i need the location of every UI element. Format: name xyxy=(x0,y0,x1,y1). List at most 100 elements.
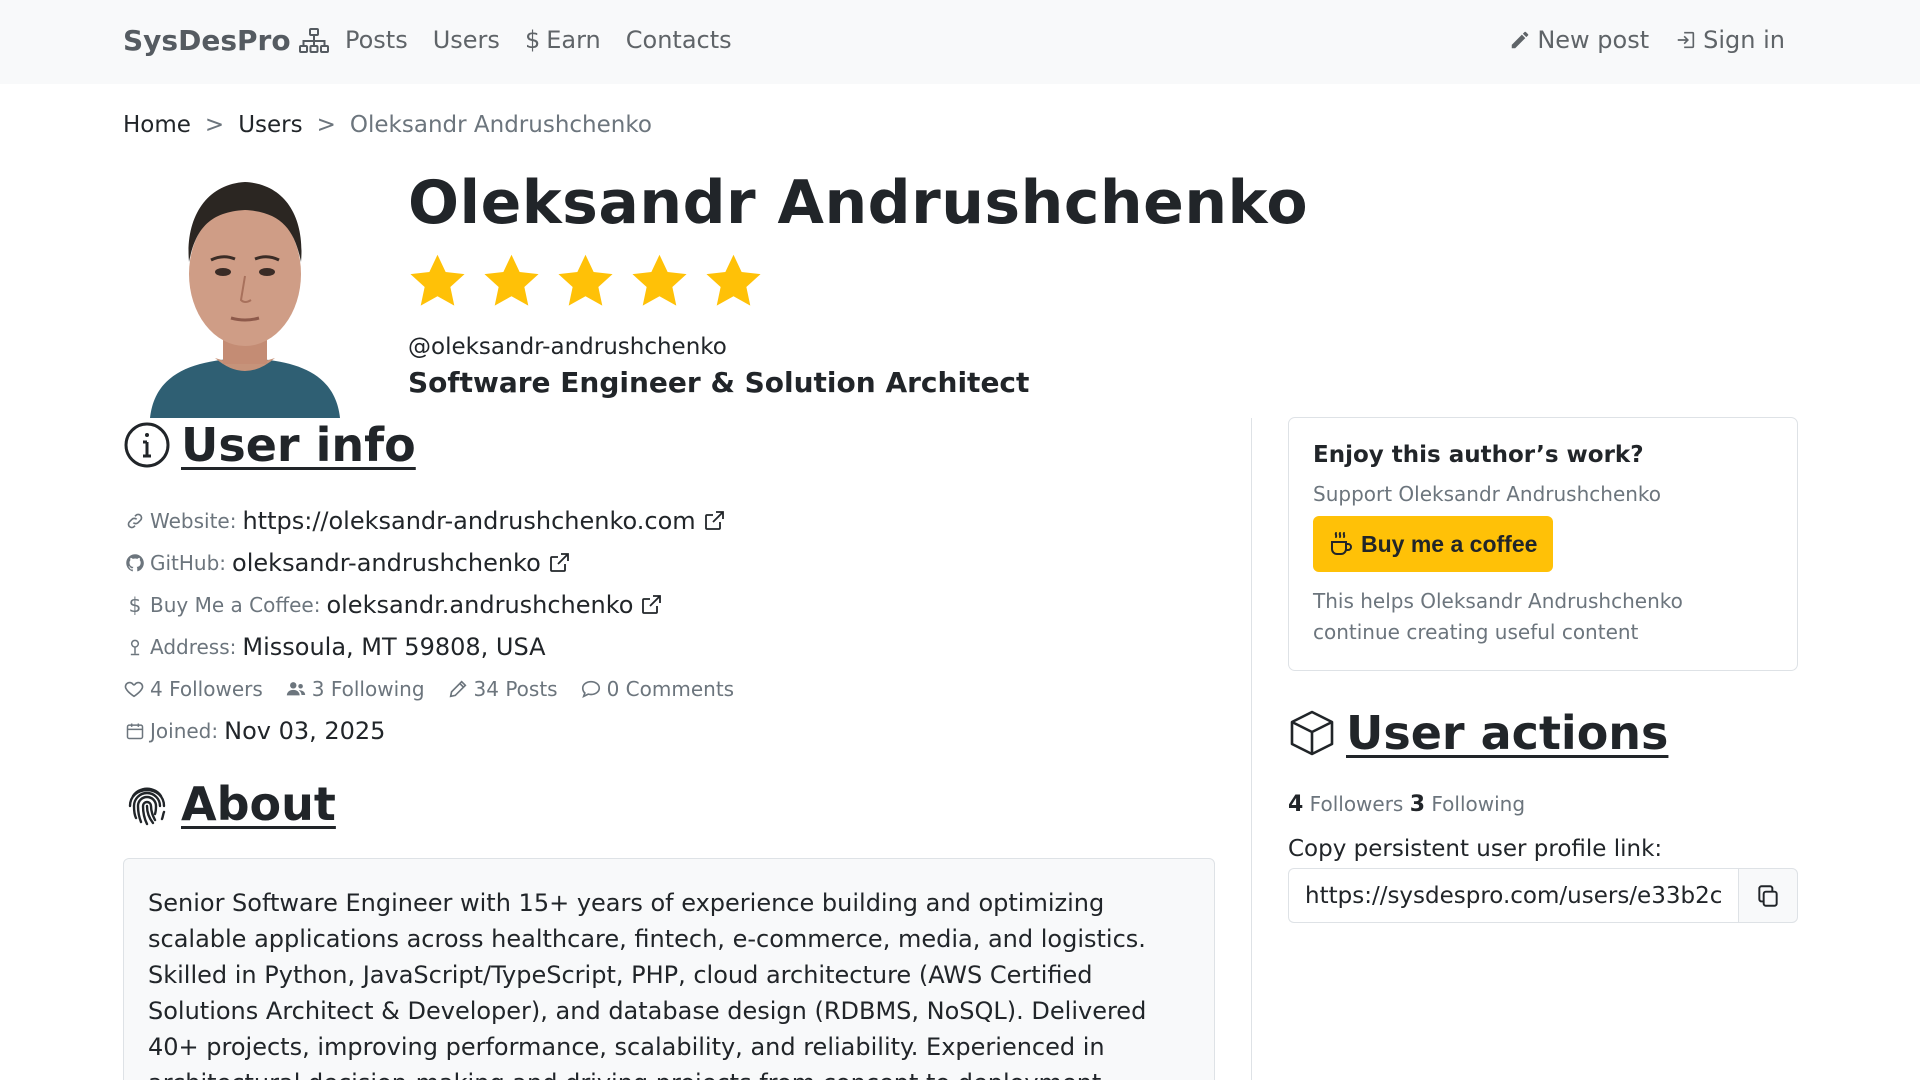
sitemap-icon xyxy=(298,27,329,53)
actions-following-label[interactable]: Following xyxy=(1431,792,1525,816)
user-info-list: Website: https://oleksandr-andrushchenko… xyxy=(123,500,1123,752)
breadcrumb-separator: > xyxy=(204,112,225,138)
github-label: GitHub: xyxy=(150,551,227,575)
following-count: 3 Following xyxy=(311,677,425,701)
link-icon xyxy=(123,509,147,533)
about-text: Senior Software Engineer with 15+ years … xyxy=(148,889,1147,1080)
support-subtitle: Support Oleksandr Andrushchenko xyxy=(1313,482,1662,506)
user-info-heading: User info xyxy=(123,418,416,472)
main-nav: Posts Users $ Earn Contacts xyxy=(345,26,732,54)
user-info-title: User info xyxy=(181,418,416,472)
nav-posts[interactable]: Posts xyxy=(345,26,408,54)
nav-earn-label: Earn xyxy=(546,26,601,54)
coffee-link[interactable]: oleksandr.andrushchenko xyxy=(326,591,633,619)
copy-link-button[interactable] xyxy=(1738,868,1798,923)
comments-count: 0 Comments xyxy=(606,677,735,701)
breadcrumb-current: Oleksandr Andrushchenko xyxy=(349,112,652,138)
box-icon xyxy=(1290,710,1334,756)
info-website: Website: https://oleksandr-andrushchenko… xyxy=(123,500,1123,542)
support-note: This helps Oleksandr Andrushchenko conti… xyxy=(1313,589,1683,644)
user-actions-title: User actions xyxy=(1346,706,1669,760)
profile-handle: @oleksandr-andrushchenko xyxy=(408,334,727,360)
brand-name: SysDesPro xyxy=(123,24,291,57)
info-joined: Joined: Nov 03, 2025 xyxy=(123,710,1123,752)
copy-icon xyxy=(1758,884,1778,907)
posts-count: 34 Posts xyxy=(473,677,558,701)
buy-coffee-label: Buy me a coffee xyxy=(1361,530,1538,557)
pencil-icon xyxy=(1512,31,1529,49)
profile-link-input[interactable] xyxy=(1288,868,1738,923)
breadcrumb: Home > Users > Oleksandr Andrushchenko xyxy=(123,112,652,138)
fingerprint-icon xyxy=(128,787,166,826)
github-link[interactable]: oleksandr-andrushchenko xyxy=(232,549,541,577)
star-icon xyxy=(706,254,761,306)
rating-stars xyxy=(406,250,765,313)
about-box: Senior Software Engineer with 15+ years … xyxy=(123,858,1215,1080)
top-navbar: SysDesPro Posts Users $ Earn Contacts Ne… xyxy=(0,0,1920,84)
website-link[interactable]: https://oleksandr-andrushchenko.com xyxy=(242,507,695,535)
breadcrumb-separator: > xyxy=(316,112,336,138)
star-icon xyxy=(558,254,613,306)
joined-label: Joined: xyxy=(150,719,219,743)
dollar-icon: $ xyxy=(524,26,541,54)
dollar-icon: $ xyxy=(128,593,142,617)
buy-coffee-button[interactable]: Buy me a coffee xyxy=(1313,516,1554,572)
info-circle-icon xyxy=(124,422,170,468)
profile-headline: Software Engineer & Solution Architect xyxy=(408,366,1030,399)
user-actions-heading: User actions xyxy=(1288,706,1668,760)
calendar-icon xyxy=(123,719,147,743)
sign-in-icon xyxy=(1677,31,1695,49)
actions-following-count: 3 xyxy=(1409,792,1426,817)
actions-followers-label[interactable]: Followers xyxy=(1310,792,1404,816)
nav-contacts[interactable]: Contacts xyxy=(626,26,732,54)
external-link-icon[interactable] xyxy=(639,593,663,617)
nav-users[interactable]: Users xyxy=(433,26,500,54)
breadcrumb-users[interactable]: Users xyxy=(238,112,302,138)
new-post-link[interactable]: New post xyxy=(1509,26,1649,54)
star-icon xyxy=(632,254,687,306)
coffee-cup-icon xyxy=(1331,532,1352,555)
website-label: Website: xyxy=(150,509,237,533)
user-stats: 4 Followers 3 Following 34 Posts 0 Comme… xyxy=(123,668,1123,710)
sign-in-link[interactable]: Sign in xyxy=(1675,26,1785,54)
pencil-icon xyxy=(449,680,467,698)
map-pin-icon xyxy=(123,635,147,659)
about-heading: About xyxy=(123,777,336,831)
posts-stat[interactable]: 34 Posts xyxy=(447,677,558,701)
heart-icon xyxy=(124,681,144,698)
copy-link-label: Copy persistent user profile link: xyxy=(1288,836,1663,862)
nav-actions: New post Sign in xyxy=(1509,26,1785,54)
external-link-icon[interactable] xyxy=(547,551,571,575)
brand-link[interactable]: SysDesPro xyxy=(123,24,329,57)
github-icon xyxy=(123,551,147,575)
followers-stat[interactable]: 4 Followers xyxy=(123,677,263,701)
external-link-icon[interactable] xyxy=(702,509,726,533)
comments-stat[interactable]: 0 Comments xyxy=(580,677,735,701)
address-value: Missoula, MT 59808, USA xyxy=(242,633,546,661)
profile-name: Oleksandr Andrushchenko xyxy=(408,168,1309,238)
copy-link-group xyxy=(1288,868,1798,923)
joined-value: Nov 03, 2025 xyxy=(224,717,386,745)
info-github: GitHub: oleksandr-andrushchenko xyxy=(123,542,1123,584)
nav-earn[interactable]: $ Earn xyxy=(525,26,601,54)
star-icon xyxy=(410,254,465,306)
star-icon xyxy=(484,254,539,306)
support-card: Enjoy this author’s work? Support Oleksa… xyxy=(1288,417,1798,671)
comment-icon xyxy=(581,680,600,698)
info-coffee: $ Buy Me a Coffee: oleksandr.andrushchen… xyxy=(123,584,1123,626)
about-title: About xyxy=(181,777,336,831)
actions-followers-count: 4 xyxy=(1288,792,1304,817)
followers-count: 4 Followers xyxy=(150,677,263,701)
avatar xyxy=(150,182,340,418)
column-divider xyxy=(1251,418,1252,1080)
breadcrumb-home[interactable]: Home xyxy=(123,112,191,138)
address-label: Address: xyxy=(150,635,237,659)
following-stat[interactable]: 3 Following xyxy=(285,677,425,701)
sign-in-label: Sign in xyxy=(1703,26,1785,54)
new-post-label: New post xyxy=(1537,26,1650,54)
coffee-label: Buy Me a Coffee: xyxy=(150,593,321,617)
people-icon xyxy=(286,682,305,696)
actions-counts: 4 Followers 3 Following xyxy=(1288,792,1525,817)
support-title: Enjoy this author’s work? xyxy=(1313,442,1644,468)
info-address: Address: Missoula, MT 59808, USA xyxy=(123,626,1123,668)
